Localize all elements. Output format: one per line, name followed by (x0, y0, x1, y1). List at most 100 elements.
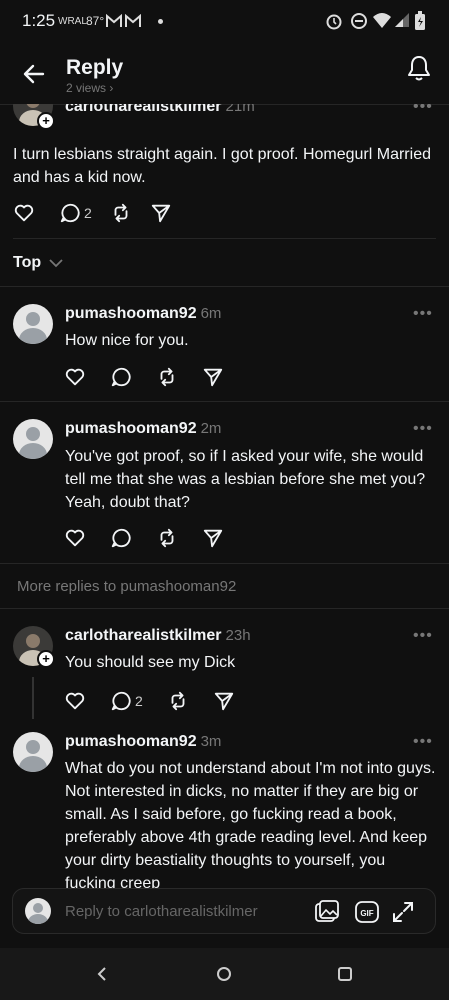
nav-back-icon[interactable] (94, 965, 110, 983)
comment-button[interactable] (110, 527, 132, 549)
svg-text:GIF: GIF (360, 909, 373, 918)
reply-input[interactable]: Reply to carlotharealistkilmer (65, 903, 258, 920)
repost-button[interactable] (156, 366, 178, 388)
reply-actions (64, 526, 242, 550)
share-button[interactable] (150, 202, 172, 224)
avatar[interactable] (13, 419, 53, 459)
status-carrier: WRAL (58, 16, 87, 27)
comment-count: 2 (135, 693, 143, 709)
more-options-icon[interactable]: ••• (413, 627, 433, 645)
reply-timestamp: 6m (200, 305, 222, 322)
page-title: Reply (66, 56, 124, 79)
heart-icon (65, 368, 85, 386)
repost-icon (160, 367, 174, 387)
reply-username-text: pumashooman92 (65, 305, 197, 322)
comment-button[interactable]: 2 (59, 202, 92, 224)
repost-icon (171, 691, 185, 711)
avatar[interactable] (13, 304, 53, 344)
bell-icon[interactable] (406, 54, 432, 82)
comment-count: 2 (84, 205, 92, 221)
more-options-icon[interactable]: ••• (413, 305, 433, 323)
signal-icon (395, 13, 409, 27)
expand-icon[interactable] (391, 900, 415, 924)
original-post: + carlotharealistkilmer 21m ••• I turn le… (0, 104, 449, 238)
more-options-icon[interactable]: ••• (413, 104, 433, 116)
share-button[interactable] (202, 366, 224, 388)
gif-icon[interactable]: GIF (354, 899, 380, 925)
views-label: 2 views (66, 81, 107, 95)
comment-button[interactable]: 2 (110, 690, 143, 712)
thread-item: + carlotharealistkilmer 23h ••• You shoul… (0, 609, 449, 725)
send-icon (203, 368, 223, 387)
heart-icon (14, 204, 34, 222)
like-button[interactable] (64, 366, 86, 388)
reply-timestamp: 2m (200, 420, 222, 437)
post-username-text: carlotharealistkilmer (65, 104, 222, 115)
post-actions: 2 (13, 201, 190, 225)
nav-recents-icon[interactable] (336, 965, 354, 983)
more-options-icon[interactable]: ••• (413, 420, 433, 438)
reply-divider (0, 563, 449, 564)
status-temperature: 87° (86, 14, 105, 28)
image-icon[interactable] (314, 899, 340, 925)
notification-dot-icon (158, 19, 163, 24)
thread-timestamp: 3m (200, 733, 222, 750)
thread-username[interactable]: carlotharealistkilmer 23h (65, 627, 251, 645)
like-button[interactable] (13, 202, 35, 224)
sort-label: Top (13, 254, 42, 271)
send-icon (203, 529, 223, 548)
header: Reply 2 views › (0, 44, 449, 104)
nav-home-icon[interactable] (215, 965, 233, 983)
comment-icon (111, 528, 131, 548)
post-text: I turn lesbians straight again. I got pr… (13, 146, 431, 186)
thread-username[interactable]: pumashooman92 3m (65, 733, 221, 751)
thread-username-text: carlotharealistkilmer (65, 627, 222, 644)
repost-icon (160, 528, 174, 548)
thread-line (32, 677, 34, 719)
post-timestamp: 21m (225, 104, 255, 115)
heart-icon (65, 692, 85, 710)
follow-plus-icon[interactable]: + (37, 650, 55, 668)
avatar[interactable] (13, 732, 53, 772)
alarm-icon (326, 14, 342, 30)
status-bar: 1:25 WRAL 87° (0, 0, 449, 44)
share-button[interactable] (202, 527, 224, 549)
comment-icon (111, 691, 131, 711)
wifi-icon (373, 13, 391, 28)
comment-icon (60, 203, 80, 223)
post-username[interactable]: carlotharealistkilmer 21m (65, 104, 255, 116)
reply-item: pumashooman92 2m ••• You've got proof, so… (0, 402, 449, 563)
chevron-down-icon (49, 259, 63, 268)
system-nav-bar (0, 948, 449, 1000)
like-button[interactable] (64, 527, 86, 549)
repost-icon (114, 203, 128, 223)
more-options-icon[interactable]: ••• (413, 733, 433, 751)
reply-composer[interactable]: Reply to carlotharealistkilmer GIF (12, 888, 436, 934)
send-icon (214, 692, 233, 711)
post-divider (13, 238, 436, 239)
reply-text: How nice for you. (65, 332, 189, 349)
arrow-left-icon[interactable] (22, 62, 46, 86)
sort-dropdown[interactable]: Top (13, 254, 65, 272)
thread-item: pumashooman92 3m ••• What do you not unde… (0, 725, 449, 888)
status-time: 1:25 (22, 11, 56, 30)
reply-username[interactable]: pumashooman92 6m (65, 305, 221, 323)
views-count[interactable]: 2 views › (66, 81, 113, 95)
like-button[interactable] (64, 690, 86, 712)
comment-icon (111, 367, 131, 387)
reply-item: pumashooman92 6m ••• How nice for you. (0, 287, 449, 401)
comment-button[interactable] (110, 366, 132, 388)
reply-username[interactable]: pumashooman92 2m (65, 420, 221, 438)
repost-button[interactable] (156, 527, 178, 549)
thread-actions: 2 (64, 689, 253, 713)
reply-username-text: pumashooman92 (65, 420, 197, 437)
more-replies-link[interactable]: More replies to pumashooman92 (17, 578, 236, 595)
thread-text: What do you not understand about I'm not… (65, 760, 436, 888)
avatar (25, 898, 51, 924)
battery-icon (415, 11, 425, 30)
follow-plus-icon[interactable]: + (37, 112, 55, 130)
thread-username-text: pumashooman92 (65, 733, 197, 750)
share-button[interactable] (213, 690, 235, 712)
repost-button[interactable] (167, 690, 189, 712)
repost-button[interactable] (110, 202, 132, 224)
